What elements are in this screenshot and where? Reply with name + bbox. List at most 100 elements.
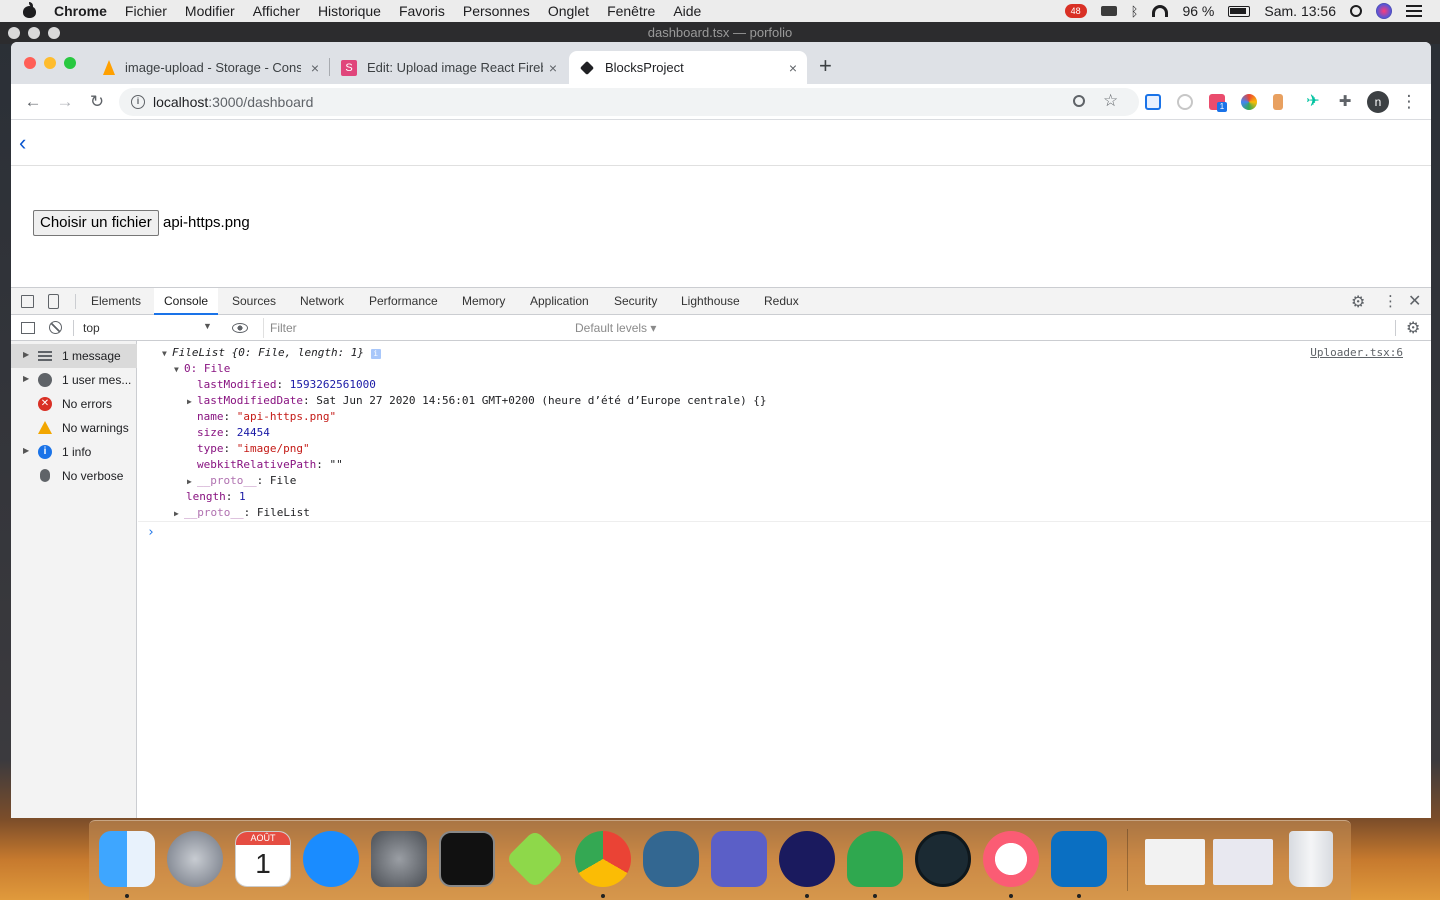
expand-icon[interactable]: ▶ [23, 374, 29, 383]
tab-close-icon[interactable]: × [311, 60, 319, 76]
window-close-icon[interactable] [24, 57, 36, 69]
sidebar-item-info[interactable]: ▶ i 1 info [11, 440, 137, 464]
devtools-tab-console[interactable]: Console [154, 288, 219, 315]
console-prompt[interactable]: › [147, 525, 155, 540]
devtools-tab-lighthouse[interactable]: Lighthouse [681, 288, 740, 315]
recent-window-1-icon[interactable] [1145, 839, 1205, 885]
menu-personnes[interactable]: Personnes [463, 3, 530, 19]
prop-proto-file[interactable]: ▶ __proto__: File [187, 474, 296, 487]
system-preferences-icon[interactable] [371, 831, 427, 887]
sidebar-item-warnings[interactable]: No warnings [11, 416, 137, 440]
sidebar-item-messages[interactable]: ▶ 1 message [11, 344, 137, 368]
devtools-tab-elements[interactable]: Elements [91, 288, 141, 315]
source-link[interactable]: Uploader.tsx:6 [1310, 346, 1403, 359]
expand-icon[interactable]: ▶ [187, 477, 197, 486]
apple-icon[interactable] [20, 2, 40, 18]
file-choose-button[interactable]: Choisir un fichier [33, 210, 159, 236]
site-info-icon[interactable]: i [131, 95, 145, 109]
terminal-icon[interactable] [439, 831, 495, 887]
devtools-close-icon[interactable]: ✕ [1408, 291, 1421, 311]
devtools-tab-performance[interactable]: Performance [369, 288, 438, 315]
cube-app-icon[interactable] [505, 829, 565, 889]
clear-console-icon[interactable] [49, 321, 62, 334]
menu-modifier[interactable]: Modifier [185, 3, 235, 19]
collapse-icon[interactable]: ▼ [174, 365, 184, 374]
recent-window-2-icon[interactable] [1213, 839, 1273, 885]
chrome-icon[interactable] [575, 831, 631, 887]
calendar-icon[interactable]: AOÛT 1 [235, 831, 291, 887]
menu-app-name[interactable]: Chrome [54, 3, 107, 19]
menu-favoris[interactable]: Favoris [399, 3, 445, 19]
sidebar-item-user-messages[interactable]: ▶ 1 user mes... [11, 368, 137, 392]
clock[interactable]: Sam. 13:56 [1264, 3, 1336, 19]
tab-close-icon[interactable]: × [549, 60, 557, 76]
bookmark-star-icon[interactable]: ☆ [1103, 91, 1118, 111]
tab-firebase[interactable]: image-upload - Storage - Console Firebas… [93, 51, 329, 84]
back-icon[interactable]: ← [23, 92, 43, 112]
window-zoom-icon[interactable] [64, 57, 76, 69]
spotlight-icon[interactable] [1350, 5, 1362, 17]
devtools-tab-redux[interactable]: Redux [764, 288, 799, 315]
sidebar-item-verbose[interactable]: No verbose [11, 464, 137, 488]
tab-blocksproject[interactable]: BlocksProject × [569, 51, 807, 84]
url-text[interactable]: localhost:3000/dashboard [153, 94, 313, 110]
expand-icon[interactable]: ▶ [187, 397, 197, 406]
tab-close-icon[interactable]: × [789, 60, 797, 76]
bluetooth-icon[interactable]: ᛒ [1131, 4, 1139, 19]
siri-icon[interactable] [1376, 3, 1392, 19]
extension-stamp-icon[interactable] [1273, 94, 1283, 110]
menu-fenetre[interactable]: Fenêtre [607, 3, 655, 19]
extensions-puzzle-icon[interactable]: ✚ [1337, 94, 1353, 110]
devtools-settings-icon[interactable]: ⚙ [1351, 292, 1365, 312]
context-dropdown-icon[interactable]: ▼ [203, 321, 212, 331]
itunes-icon[interactable] [983, 831, 1039, 887]
battery-icon[interactable] [1228, 5, 1251, 17]
notification-badge-icon[interactable]: 48 [1064, 4, 1087, 18]
window-minimize-icon[interactable] [44, 57, 56, 69]
collapse-icon[interactable]: ▼ [162, 349, 172, 358]
inspect-element-icon[interactable] [21, 295, 34, 308]
tree-item-0[interactable]: ▼ 0: File [174, 362, 230, 375]
devtools-tab-sources[interactable]: Sources [232, 288, 276, 315]
prop-lastModifiedDate[interactable]: ▶ lastModifiedDate: Sat Jun 27 2020 14:56… [187, 394, 767, 407]
devtools-tab-network[interactable]: Network [300, 288, 344, 315]
extension-screencast-icon[interactable] [1145, 94, 1161, 110]
zoom-icon[interactable] [1073, 95, 1085, 107]
device-toolbar-icon[interactable] [48, 294, 59, 309]
extension-bird-icon[interactable]: ✈ [1305, 94, 1321, 110]
terminal-close-icon[interactable] [8, 27, 20, 39]
context-selector[interactable]: top [83, 321, 100, 335]
address-bar[interactable]: i localhost:3000/dashboard ☆ [119, 88, 1139, 116]
terminal-minimize-icon[interactable] [28, 27, 40, 39]
forward-icon[interactable]: → [55, 92, 75, 112]
new-tab-button[interactable]: + [819, 53, 832, 79]
extension-badge-icon[interactable]: 1 [1209, 94, 1227, 112]
devtools-tab-application[interactable]: Application [530, 288, 589, 315]
menu-afficher[interactable]: Afficher [253, 3, 300, 19]
chrome-menu-icon[interactable]: ⋮ [1399, 92, 1419, 112]
reload-icon[interactable]: ↻ [87, 92, 107, 112]
menu-onglet[interactable]: Onglet [548, 3, 589, 19]
docker-icon[interactable] [1100, 6, 1117, 16]
rocket-app-icon[interactable] [847, 831, 903, 887]
wifi-icon[interactable] [1152, 5, 1169, 17]
battery-percent[interactable]: 96 % [1182, 3, 1214, 19]
devtools-menu-icon[interactable]: ⋮ [1383, 292, 1398, 310]
app-store-icon[interactable] [303, 831, 359, 887]
prop-proto-filelist[interactable]: ▶ __proto__: FileList [174, 506, 310, 519]
teams-icon[interactable] [711, 831, 767, 887]
live-expression-eye-icon[interactable] [232, 323, 248, 333]
menu-fichier[interactable]: Fichier [125, 3, 167, 19]
terminal-zoom-icon[interactable] [48, 27, 60, 39]
tab-stackedit[interactable]: S Edit: Upload image React Firebase × [331, 51, 567, 84]
expand-icon[interactable]: ▶ [174, 509, 184, 518]
notification-center-icon[interactable] [1406, 5, 1422, 17]
extension-color-icon[interactable] [1241, 94, 1257, 110]
expand-icon[interactable]: ▶ [23, 350, 29, 359]
profile-avatar[interactable]: n [1367, 91, 1389, 113]
page-back-button[interactable]: ‹ [19, 132, 26, 154]
trash-icon[interactable] [1289, 831, 1333, 887]
devtools-tab-memory[interactable]: Memory [462, 288, 505, 315]
sidebar-toggle-icon[interactable] [21, 322, 35, 334]
vscode-icon[interactable] [1051, 831, 1107, 887]
